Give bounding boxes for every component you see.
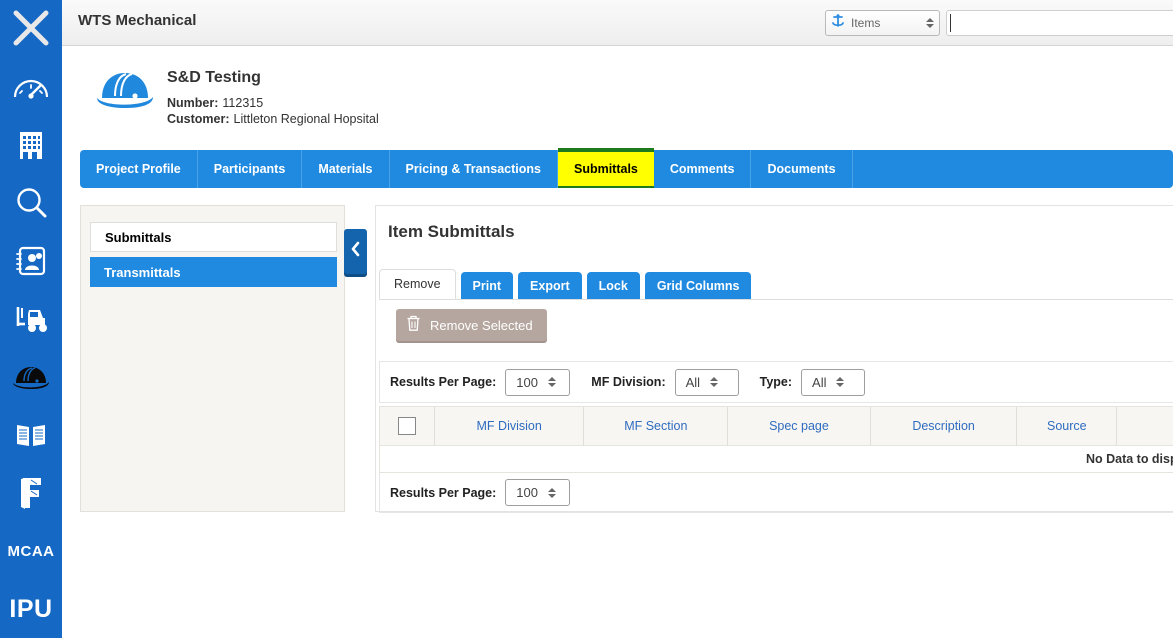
select-all-checkbox[interactable] [397,417,416,435]
results-per-page-value-bottom: 100 [516,485,538,500]
grid-col-spec-page[interactable]: Spec page [728,407,871,445]
spinner-arrows-icon[interactable] [547,487,556,498]
project-hardhat-icon [95,66,155,117]
items-select-label: Items [851,16,881,30]
print-button[interactable]: Print [460,272,514,299]
items-type-select[interactable]: Items [825,10,940,36]
close-icon[interactable] [0,0,62,58]
grid-empty-message-text: No Data to display [1085,452,1173,466]
main-content-panel: Item Submittals Remove Print Export Lock… [375,205,1173,513]
project-number-row: Number: 112315 [167,96,263,110]
project-number-value: 112315 [222,96,264,110]
type-select[interactable]: All [801,368,866,396]
grid-toolbar: Remove Print Export Lock Grid Columns [379,269,752,299]
tab-submittals[interactable]: Submittals [557,148,654,188]
sidebar-icon-rail: MCAA IPU [0,0,62,638]
tab-comments[interactable]: Comments [654,150,752,188]
grid-select-all-cell[interactable] [380,407,435,445]
grid-col-extra[interactable] [1117,407,1173,445]
project-name: S&D Testing [167,69,261,86]
grid-filter-bar: Results Per Page: 100 MF Division: All T… [379,361,1173,403]
project-customer-label: Customer: [167,112,230,126]
tab-documents[interactable]: Documents [751,150,853,188]
spinner-arrows-icon[interactable] [835,377,844,387]
project-header: S&D Testing Number: 112315 Customer: Littl… [62,46,1173,146]
app-title: WTS Mechanical [78,12,197,29]
chevron-left-icon [350,241,361,262]
project-customer-row: Customer: Littleton Regional Hopsital [167,112,379,126]
results-per-page-select-top[interactable]: 100 [505,368,571,396]
app-root: MCAA IPU WTS Mechanical Items S&D Testin… [0,0,1173,638]
mcaa-logo-text: MCAA [7,542,55,560]
anchor-icon [831,13,845,33]
hardhat-icon[interactable] [0,348,62,406]
tab-pricing-transactions[interactable]: Pricing & Transactions [390,150,558,188]
grid-col-description[interactable]: Description [871,407,1018,445]
submittals-side-panel: Submittals Transmittals [80,205,345,512]
mf-division-select[interactable]: All [674,368,739,396]
contacts-icon[interactable] [0,232,62,290]
grid-col-mf-section[interactable]: MF Section [584,407,729,445]
building-icon[interactable] [0,116,62,174]
text-caret [950,14,951,32]
tab-participants[interactable]: Participants [198,150,303,188]
side-panel-header: Submittals [90,222,337,252]
mcaa-logo[interactable]: MCAA [0,522,62,580]
book-icon[interactable] [0,406,62,464]
grid-empty-message: No Data to display [379,446,1173,473]
tab-remove[interactable]: Remove [379,269,456,299]
type-label: Type: [759,375,793,389]
ipu-logo[interactable]: IPU [0,580,62,638]
remove-selected-label: Remove Selected [430,317,533,333]
top-bar: WTS Mechanical Items [62,0,1173,46]
ipu-logo-text: IPU [9,594,53,623]
project-nav-tabs: Project Profile Participants Materials P… [80,148,1173,188]
results-per-page-value-top: 100 [516,374,538,390]
grid-col-source[interactable]: Source [1017,407,1118,445]
grid-col-mf-division[interactable]: MF Division [435,407,585,445]
mf-division-label: MF Division: [591,375,666,389]
side-panel-item-transmittals[interactable]: Transmittals [90,257,337,287]
results-per-page-label-bottom: Results Per Page: [390,485,497,500]
export-button[interactable]: Export [518,272,582,299]
f-logo-icon[interactable] [0,464,62,522]
dashboard-gauge-icon[interactable] [0,58,62,116]
spinner-arrows-icon[interactable] [547,377,556,387]
spinner-arrows-icon[interactable] [925,18,934,28]
forklift-icon[interactable] [0,290,62,348]
type-value: All [812,374,827,390]
grid-header-row: MF Division MF Section Spec page Descrip… [379,406,1173,446]
remove-selected-button[interactable]: Remove Selected [396,309,547,341]
lock-button[interactable]: Lock [586,272,640,299]
mf-division-value: All [685,374,701,390]
tab-materials[interactable]: Materials [302,150,390,188]
project-customer-value: Littleton Regional Hopsital [233,112,379,126]
results-per-page-label-top: Results Per Page: [390,375,497,389]
results-per-page-select-bottom[interactable]: 100 [505,479,571,506]
page-title: Item Submittals [388,222,515,241]
submittals-grid: MF Division MF Section Spec page Descrip… [379,406,1173,513]
project-number-label: Number: [167,96,219,110]
items-search-input[interactable] [946,10,1173,36]
trash-icon [406,315,421,335]
search-icon[interactable] [0,174,62,232]
grid-footer: Results Per Page: 100 [379,473,1173,513]
tab-project-profile[interactable]: Project Profile [80,150,198,188]
spinner-arrows-icon[interactable] [709,377,718,387]
collapse-panel-button[interactable] [344,229,367,274]
toolbar-divider [379,299,1173,300]
grid-columns-button[interactable]: Grid Columns [644,272,752,299]
